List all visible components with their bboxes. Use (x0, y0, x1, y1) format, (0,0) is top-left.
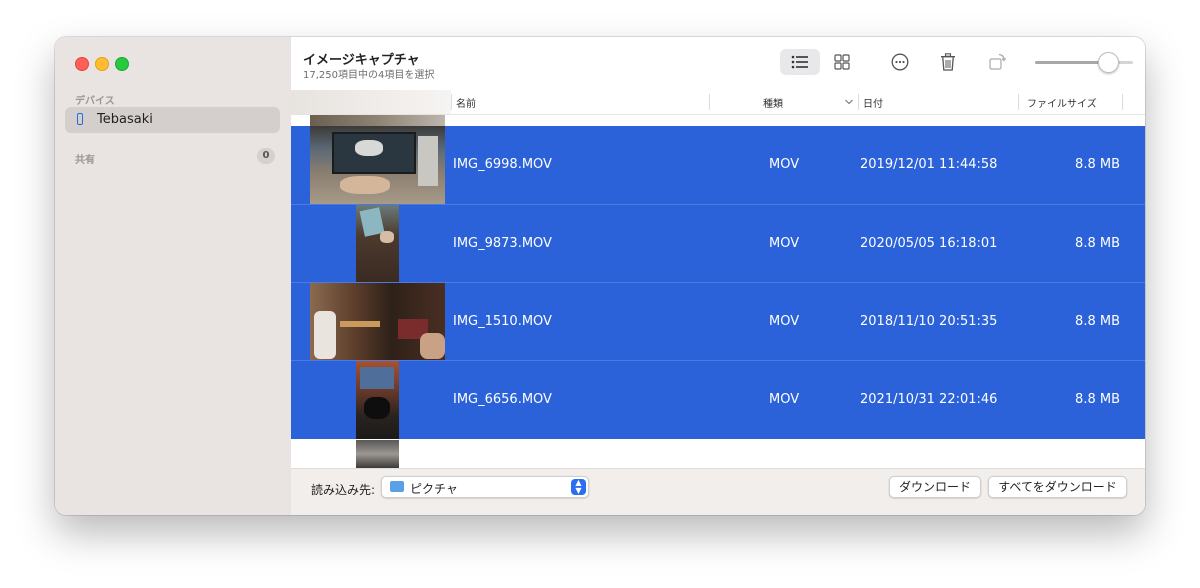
column-separator[interactable] (709, 94, 710, 110)
thumbnail-column-header (291, 90, 451, 114)
column-header-name[interactable]: 名前 (456, 95, 476, 110)
column-separator[interactable] (1018, 94, 1019, 110)
cell-size: 8.8 MB (1075, 314, 1120, 329)
partial-thumbnail-top (310, 115, 445, 126)
video-thumbnail (356, 361, 399, 439)
selection-status: 17,250項目中の4項目を選択 (303, 70, 435, 81)
cell-name: IMG_6656.MOV (453, 392, 552, 407)
cell-name: IMG_6998.MOV (453, 157, 552, 172)
partial-thumbnail-bottom (356, 440, 399, 468)
download-button[interactable]: ダウンロード (889, 476, 981, 498)
sidebar: デバイス Tebasaki 共有 0 (55, 37, 292, 515)
column-header-date[interactable]: 日付 (863, 95, 883, 110)
cell-kind: MOV (769, 314, 800, 329)
sidebar-item-device[interactable]: Tebasaki (65, 107, 280, 133)
video-thumbnail (310, 126, 445, 204)
column-separator[interactable] (451, 94, 452, 110)
cell-date: 2020/05/05 16:18:01 (860, 236, 998, 251)
folder-icon (390, 481, 404, 492)
delete-button[interactable] (928, 49, 968, 75)
table-row[interactable]: IMG_9873.MOV MOV 2020/05/05 16:18:01 8.8… (291, 205, 1145, 283)
cell-date: 2018/11/10 20:51:35 (860, 314, 998, 329)
column-separator[interactable] (858, 94, 859, 110)
table-row[interactable]: IMG_6998.MOV MOV 2019/12/01 11:44:58 8.8… (291, 126, 1145, 204)
cell-kind: MOV (769, 157, 800, 172)
video-thumbnail (310, 283, 445, 360)
cell-name: IMG_9873.MOV (453, 236, 552, 251)
cell-name: IMG_1510.MOV (453, 314, 552, 329)
sidebar-section-shared: 共有 (75, 155, 95, 166)
import-destination-value: ピクチャ (410, 482, 458, 496)
download-all-button[interactable]: すべてをダウンロード (988, 476, 1127, 498)
close-window-button[interactable] (75, 57, 89, 71)
grid-icon (834, 54, 850, 70)
cell-date: 2021/10/31 22:01:46 (860, 392, 998, 407)
list-icon (791, 55, 808, 69)
shared-count-badge: 0 (257, 148, 275, 164)
table-row[interactable]: IMG_1510.MOV MOV 2018/11/10 20:51:35 8.8… (291, 283, 1145, 361)
list-view-button[interactable] (780, 49, 820, 75)
column-header-kind[interactable]: 種類 (763, 95, 783, 110)
cell-kind: MOV (769, 236, 800, 251)
cell-date: 2019/12/01 11:44:58 (860, 157, 998, 172)
import-to-label: 読み込み先: (311, 483, 376, 497)
updown-chevron-icon: ▲ ▼ (571, 479, 586, 495)
footer-bar: 読み込み先: ピクチャ ▲ ▼ ダウンロード すべてをダウンロード (291, 468, 1145, 515)
minimize-window-button[interactable] (95, 57, 109, 71)
cell-size: 8.8 MB (1075, 236, 1120, 251)
slider-knob[interactable] (1098, 52, 1119, 73)
column-header: 名前 種類 日付 ファイルサイズ (291, 90, 1145, 115)
trash-icon (941, 53, 955, 71)
import-destination-popup[interactable]: ピクチャ ▲ ▼ (381, 476, 589, 498)
cell-size: 8.8 MB (1075, 392, 1120, 407)
sidebar-section-devices: デバイス (75, 96, 115, 107)
video-thumbnail (356, 205, 399, 282)
chevron-down-icon (845, 99, 853, 105)
column-separator[interactable] (1122, 94, 1123, 110)
image-capture-window: デバイス Tebasaki 共有 0 イメージキャプチャ 17,250項目中の4… (55, 37, 1145, 515)
main-content: イメージキャプチャ 17,250項目中の4項目を選択 名前 種類 日付 ファイル… (291, 37, 1145, 515)
table-row[interactable]: IMG_6656.MOV MOV 2021/10/31 22:01:46 8.8… (291, 361, 1145, 439)
grid-view-button[interactable] (822, 49, 862, 75)
more-button[interactable] (880, 49, 920, 75)
column-header-size[interactable]: ファイルサイズ (1027, 95, 1097, 110)
ellipsis-circle-icon (891, 53, 909, 71)
zoom-window-button[interactable] (115, 57, 129, 71)
file-list: IMG_6998.MOV MOV 2019/12/01 11:44:58 8.8… (291, 115, 1145, 468)
rotate-button[interactable] (977, 49, 1017, 75)
cell-size: 8.8 MB (1075, 157, 1120, 172)
sidebar-item-label: Tebasaki (97, 112, 153, 127)
cell-kind: MOV (769, 392, 800, 407)
rotate-icon (989, 53, 1006, 70)
iphone-icon (77, 113, 83, 125)
